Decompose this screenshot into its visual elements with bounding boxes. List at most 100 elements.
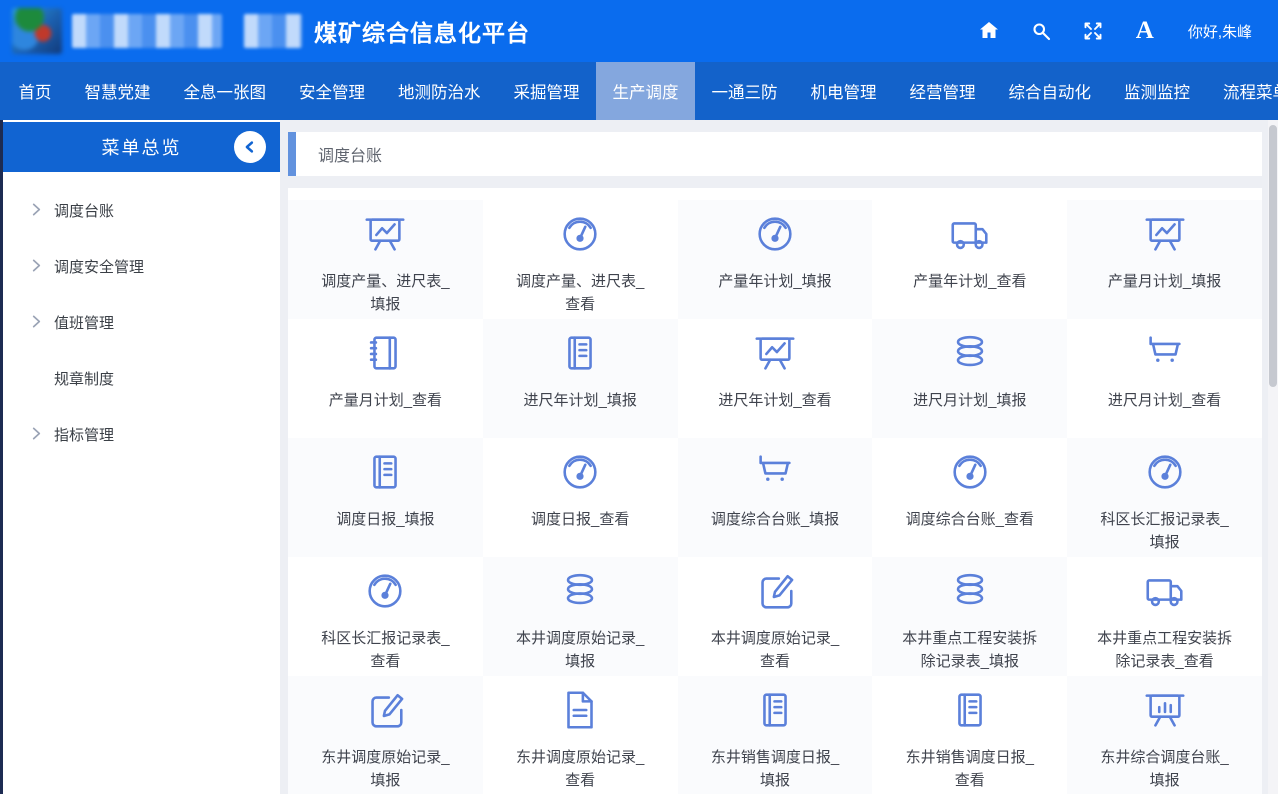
sidebar-menu: 调度台账调度安全管理值班管理规章制度指标管理 (3, 172, 280, 462)
nav-tab-7[interactable]: 生产调度 (596, 62, 695, 120)
presentation-line-chart-icon (752, 330, 798, 381)
notebook-icon (362, 330, 408, 381)
card-item-6[interactable]: 产量月计划_查看 (288, 319, 483, 438)
user-greeting[interactable]: 你好,朱峰 (1188, 21, 1252, 42)
card-item-20[interactable]: 本井重点工程安装拆除记录表_查看 (1067, 557, 1262, 676)
database-icon (557, 568, 603, 619)
sidebar-item-5[interactable]: 指标管理 (3, 406, 280, 462)
cards-panel: 调度产量、进尺表_填报 调度产量、进尺表_查看 产量年计划_填报 产量年计划_查看产量… (288, 188, 1262, 794)
breadcrumb: 调度台账 (318, 142, 382, 166)
chevron-left-icon (240, 137, 260, 157)
card-item-5[interactable]: 产量月计划_填报 (1067, 200, 1262, 319)
topbar: 煤矿综合信息化平台 A 你好,朱峰 (0, 0, 1278, 62)
card-label: 产量月计划_查看 (314, 389, 456, 412)
card-label: 调度产量、进尺表_查看 (509, 270, 651, 317)
sidebar-header: 菜单总览 (3, 122, 280, 172)
gauge-icon (362, 568, 408, 619)
card-label: 调度日报_填报 (314, 508, 456, 531)
card-label: 进尺年计划_填报 (509, 389, 651, 412)
app-logo (12, 8, 62, 54)
truck-icon (947, 211, 993, 262)
cart-icon (752, 449, 798, 500)
nav-tab-13[interactable]: 流程菜单 (1207, 62, 1278, 120)
main-panel: 调度台账 调度产量、进尺表_填报 调度产量、进尺表_查看 产量年计划_填报 产量年计划… (280, 120, 1278, 794)
card-item-17[interactable]: 本井调度原始记录_填报 (483, 557, 678, 676)
font-size-icon[interactable]: A (1132, 18, 1158, 44)
card-label: 本井重点工程安装拆除记录表_填报 (899, 627, 1041, 674)
card-item-10[interactable]: 进尺月计划_查看 (1067, 319, 1262, 438)
search-icon[interactable] (1028, 18, 1054, 44)
card-item-16[interactable]: 科区长汇报记录表_查看 (288, 557, 483, 676)
card-label: 产量年计划_填报 (704, 270, 846, 293)
database-icon (947, 568, 993, 619)
book-lines-icon (362, 449, 408, 500)
nav-tab-9[interactable]: 机电管理 (794, 62, 893, 120)
sidebar-collapse-button[interactable] (234, 131, 266, 163)
gauge-icon (947, 449, 993, 500)
topbar-actions: A 你好,朱峰 (976, 18, 1252, 44)
redacted-text (244, 14, 302, 48)
app-title: 煤矿综合信息化平台 (314, 14, 530, 48)
nav-tab-2[interactable]: 智慧党建 (68, 62, 167, 120)
card-item-12[interactable]: 调度日报_查看 (483, 438, 678, 557)
cart-icon (1142, 330, 1188, 381)
card-item-24[interactable]: 东井销售调度日报_查看 (872, 676, 1067, 794)
card-item-14[interactable]: 调度综合台账_查看 (872, 438, 1067, 557)
vertical-scrollbar[interactable] (1268, 120, 1278, 794)
card-item-1[interactable]: 调度产量、进尺表_填报 (288, 200, 483, 319)
sidebar: 菜单总览 调度台账调度安全管理值班管理规章制度指标管理 (3, 120, 280, 794)
gauge-icon (1142, 449, 1188, 500)
card-item-11[interactable]: 调度日报_填报 (288, 438, 483, 557)
chevron-right-icon (29, 202, 45, 218)
nav-tab-8[interactable]: 一通三防 (695, 62, 794, 120)
card-item-2[interactable]: 调度产量、进尺表_查看 (483, 200, 678, 319)
card-label: 调度综合台账_填报 (704, 508, 846, 531)
content-area: 菜单总览 调度台账调度安全管理值班管理规章制度指标管理 调度台账 调度产量、进尺… (0, 120, 1278, 794)
nav-tab-1[interactable]: 首页 (2, 62, 68, 120)
card-item-7[interactable]: 进尺年计划_填报 (483, 319, 678, 438)
gauge-icon (752, 211, 798, 262)
redacted-org-name (72, 14, 222, 48)
card-label: 东井调度原始记录_填报 (314, 746, 456, 793)
card-item-21[interactable]: 东井调度原始记录_填报 (288, 676, 483, 794)
fullscreen-icon[interactable] (1080, 18, 1106, 44)
card-label: 进尺月计划_查看 (1094, 389, 1236, 412)
card-label: 本井重点工程安装拆除记录表_查看 (1094, 627, 1236, 674)
card-label: 东井销售调度日报_填报 (704, 746, 846, 793)
sidebar-item-label: 调度安全管理 (54, 256, 144, 277)
card-item-3[interactable]: 产量年计划_填报 (678, 200, 873, 319)
sidebar-item-label: 指标管理 (54, 424, 114, 445)
card-item-23[interactable]: 东井销售调度日报_填报 (678, 676, 873, 794)
sidebar-item-2[interactable]: 调度安全管理 (3, 238, 280, 294)
book-lines-icon (557, 330, 603, 381)
card-label: 本井调度原始记录_查看 (704, 627, 846, 674)
nav-tab-3[interactable]: 全息一张图 (167, 62, 283, 120)
card-label: 进尺年计划_查看 (704, 389, 846, 412)
card-item-22[interactable]: 东井调度原始记录_查看 (483, 676, 678, 794)
card-item-8[interactable]: 进尺年计划_查看 (678, 319, 873, 438)
card-item-19[interactable]: 本井重点工程安装拆除记录表_填报 (872, 557, 1067, 676)
sidebar-item-1[interactable]: 调度台账 (3, 182, 280, 238)
edit-square-icon (362, 687, 408, 738)
card-item-18[interactable]: 本井调度原始记录_查看 (678, 557, 873, 676)
nav-tab-6[interactable]: 采掘管理 (497, 62, 596, 120)
card-label: 调度产量、进尺表_填报 (314, 270, 456, 317)
gauge-icon (557, 211, 603, 262)
nav-tab-10[interactable]: 经营管理 (893, 62, 992, 120)
sidebar-item-4[interactable]: 规章制度 (3, 350, 280, 406)
card-label: 产量月计划_填报 (1094, 270, 1236, 293)
nav-tab-11[interactable]: 综合自动化 (992, 62, 1108, 120)
card-label: 东井销售调度日报_查看 (899, 746, 1041, 793)
card-item-15[interactable]: 科区长汇报记录表_填报 (1067, 438, 1262, 557)
card-item-13[interactable]: 调度综合台账_填报 (678, 438, 873, 557)
sidebar-item-3[interactable]: 值班管理 (3, 294, 280, 350)
card-label: 进尺月计划_填报 (899, 389, 1041, 412)
card-item-25[interactable]: 东井综合调度台账_填报 (1067, 676, 1262, 794)
nav-tab-12[interactable]: 监测监控 (1108, 62, 1207, 120)
nav-tab-5[interactable]: 地测防治水 (382, 62, 498, 120)
card-item-4[interactable]: 产量年计划_查看 (872, 200, 1067, 319)
card-item-9[interactable]: 进尺月计划_填报 (872, 319, 1067, 438)
scrollbar-thumb[interactable] (1269, 125, 1277, 387)
home-icon[interactable] (976, 18, 1002, 44)
nav-tab-4[interactable]: 安全管理 (283, 62, 382, 120)
